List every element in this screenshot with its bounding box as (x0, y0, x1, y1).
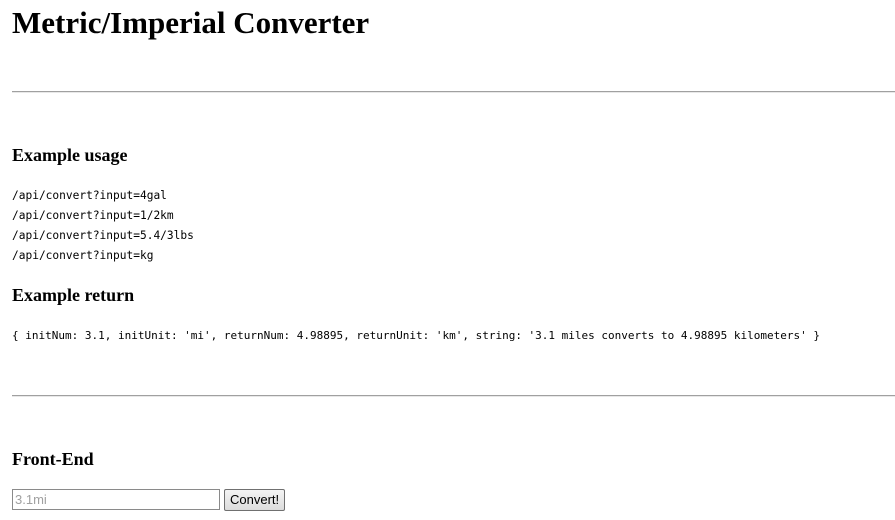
divider-bottom (12, 395, 895, 397)
page-title: Metric/Imperial Converter (12, 5, 370, 40)
example-return-heading: Example return (12, 285, 135, 305)
example-return-code: { initNum: 3.1, initUnit: 'mi', returnNu… (12, 329, 820, 342)
page: Metric/Imperial Converter Example usage … (0, 0, 895, 520)
usage-example-line: /api/convert?input=1/2km (12, 209, 174, 222)
example-usage-heading: Example usage (12, 145, 128, 165)
front-end-heading: Front-End (12, 449, 94, 469)
usage-example-line: /api/convert?input=4gal (12, 189, 167, 202)
usage-example-line: /api/convert?input=kg (12, 249, 154, 262)
convert-button[interactable]: Convert! (224, 489, 286, 511)
divider-top (12, 91, 895, 93)
usage-example-line: /api/convert?input=5.4/3lbs (12, 229, 194, 242)
convert-input[interactable] (12, 489, 220, 510)
